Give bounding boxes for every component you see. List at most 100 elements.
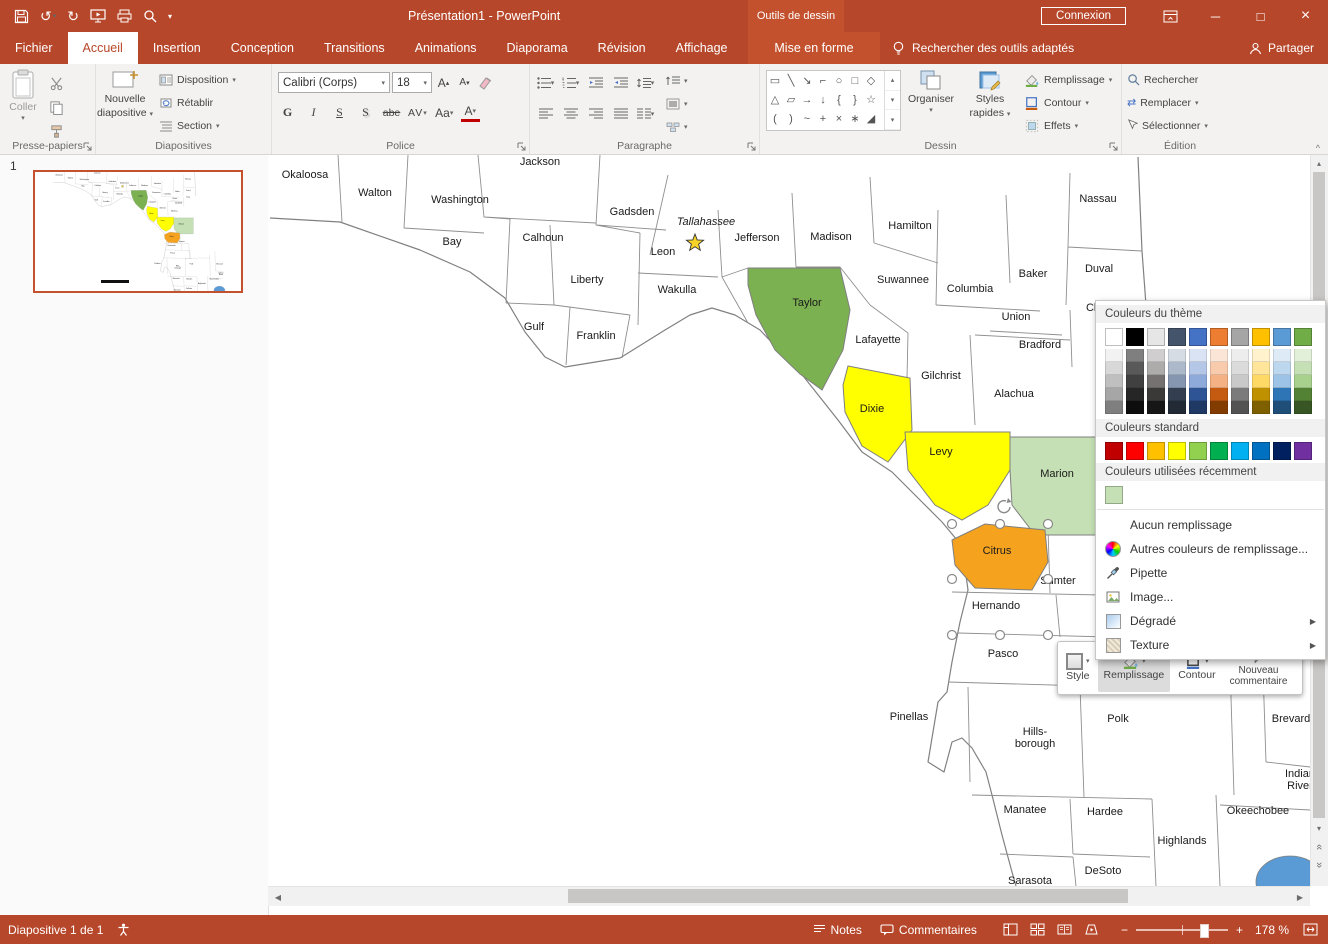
align-center-button[interactable] (561, 103, 580, 124)
shape-fill-button[interactable]: Remplissage▾ (1019, 68, 1117, 91)
theme-variant-swatch[interactable] (1210, 375, 1228, 388)
slide-sorter-view-icon[interactable] (1030, 923, 1045, 936)
bullets-button[interactable]: ▾ (536, 72, 555, 93)
strikethrough-button[interactable]: abe (382, 102, 401, 123)
theme-variant-swatch[interactable] (1189, 349, 1207, 362)
theme-color-swatch[interactable] (1252, 328, 1270, 346)
shape-icon[interactable]: ◇ (863, 71, 879, 90)
theme-variant-swatch[interactable] (1231, 362, 1249, 375)
theme-variant-swatch[interactable] (1294, 362, 1312, 375)
theme-variant-swatch[interactable] (1126, 388, 1144, 401)
theme-variant-swatch[interactable] (1273, 401, 1291, 414)
theme-variant-swatch[interactable] (1294, 388, 1312, 401)
theme-color-swatch[interactable] (1210, 328, 1228, 346)
shape-icon[interactable]: ↓ (815, 90, 831, 109)
standard-color-swatch[interactable] (1231, 442, 1249, 460)
theme-variant-swatch[interactable] (1105, 349, 1123, 362)
gallery-more-icon[interactable]: ▾ (885, 110, 900, 130)
shape-icon[interactable]: ╲ (783, 71, 799, 90)
paste-button[interactable]: Coller ▾ (0, 64, 46, 141)
theme-variant-swatch[interactable] (1147, 388, 1165, 401)
new-slide-button[interactable]: Nouvelle diapositive ▾ (96, 64, 154, 137)
undo-button[interactable]: ↺▾ (40, 7, 56, 25)
fit-slide-button[interactable] (1303, 923, 1318, 936)
menu-item-image[interactable]: Image... (1096, 585, 1325, 609)
shape-icon[interactable]: { (831, 90, 847, 109)
theme-color-swatch[interactable] (1189, 328, 1207, 346)
slide-thumbnail[interactable] (33, 170, 243, 293)
theme-variant-swatch[interactable] (1210, 388, 1228, 401)
search-tool-icon[interactable] (143, 7, 157, 25)
slideshow-view-icon[interactable] (1084, 923, 1099, 936)
align-left-button[interactable] (536, 103, 555, 124)
shape-icon[interactable]: ☆ (863, 90, 879, 109)
font-family-select[interactable]: Calibri (Corps)▾ (278, 72, 390, 93)
shape-icon[interactable]: ) (783, 109, 799, 128)
scroll-down-icon[interactable]: ▾ (1311, 820, 1327, 836)
theme-variant-swatch[interactable] (1189, 401, 1207, 414)
font-size-select[interactable]: 18▾ (392, 72, 432, 93)
standard-color-swatch[interactable] (1189, 442, 1207, 460)
sign-in-button[interactable]: Connexion (1041, 7, 1126, 25)
next-slide-button[interactable]: » (1311, 857, 1327, 873)
section-button[interactable]: Section▾ (154, 114, 241, 137)
grow-font-button[interactable]: A▴ (434, 72, 453, 93)
slide-counter[interactable]: Diapositive 1 de 1 (8, 923, 103, 937)
theme-variant-swatch[interactable] (1147, 362, 1165, 375)
text-direction-button[interactable]: ▾ (661, 69, 693, 92)
theme-variant-swatch[interactable] (1147, 375, 1165, 388)
theme-variant-swatch[interactable] (1252, 349, 1270, 362)
menu-item-none[interactable]: Aucun remplissage (1096, 513, 1325, 537)
theme-variant-swatch[interactable] (1126, 375, 1144, 388)
line-spacing-button[interactable]: ▾ (636, 72, 655, 93)
font-color-button[interactable]: A▾ (461, 103, 480, 122)
comments-button[interactable]: Commentaires (880, 923, 977, 937)
theme-variant-swatch[interactable] (1105, 362, 1123, 375)
tab-mise-en-forme[interactable]: Mise en forme (748, 32, 880, 64)
character-spacing-button[interactable]: AV▾ (408, 102, 428, 123)
zoom-out-button[interactable]: − (1121, 923, 1128, 937)
theme-variant-swatch[interactable] (1231, 388, 1249, 401)
menu-item-texture[interactable]: Texture▶ (1096, 633, 1325, 657)
shape-icon[interactable]: → (799, 90, 815, 109)
levy-county[interactable] (905, 432, 1010, 520)
tab-accueil[interactable]: Accueil (68, 32, 138, 64)
theme-variant-swatch[interactable] (1210, 349, 1228, 362)
layout-button[interactable]: Disposition▾ (154, 68, 241, 91)
close-button[interactable]: × (1283, 0, 1328, 32)
theme-variant-swatch[interactable] (1252, 375, 1270, 388)
italic-button[interactable]: I (304, 102, 323, 123)
shape-icon[interactable]: } (847, 90, 863, 109)
maximize-button[interactable]: □ (1238, 0, 1283, 32)
zoom-level[interactable]: 178 % (1255, 923, 1289, 937)
increase-indent-button[interactable] (611, 72, 630, 93)
shape-icon[interactable]: + (815, 109, 831, 128)
theme-variant-swatch[interactable] (1273, 375, 1291, 388)
theme-variant-swatch[interactable] (1252, 388, 1270, 401)
tell-me-search[interactable]: Rechercher des outils adaptés (892, 32, 1074, 64)
theme-variant-swatch[interactable] (1147, 401, 1165, 414)
standard-color-swatch[interactable] (1126, 442, 1144, 460)
shape-icon[interactable]: ∗ (847, 109, 863, 128)
theme-variant-swatch[interactable] (1168, 375, 1186, 388)
theme-variant-swatch[interactable] (1210, 401, 1228, 414)
shape-icon[interactable]: ◢ (863, 109, 879, 128)
theme-variant-swatch[interactable] (1189, 362, 1207, 375)
recent-color-swatch[interactable] (1105, 486, 1123, 504)
paragraph-dialog-launcher-icon[interactable] (747, 142, 756, 151)
theme-variant-swatch[interactable] (1273, 349, 1291, 362)
start-slideshow-icon[interactable] (90, 7, 106, 25)
gallery-scroll-up-icon[interactable]: ▴ (885, 71, 900, 91)
tab-conception[interactable]: Conception (216, 32, 309, 64)
collapse-ribbon-button[interactable]: ^ (1316, 143, 1320, 153)
theme-variant-swatch[interactable] (1252, 401, 1270, 414)
theme-variant-swatch[interactable] (1273, 388, 1291, 401)
theme-variant-swatch[interactable] (1168, 349, 1186, 362)
numbering-button[interactable]: ▾ (561, 72, 580, 93)
clear-formatting-button[interactable] (476, 72, 495, 93)
theme-color-swatch[interactable] (1105, 328, 1123, 346)
underline-button[interactable]: S (330, 102, 349, 123)
shape-icon[interactable]: ▭ (767, 71, 783, 90)
zoom-slider-knob[interactable] (1200, 924, 1209, 938)
drawing-dialog-launcher-icon[interactable] (1109, 142, 1118, 151)
